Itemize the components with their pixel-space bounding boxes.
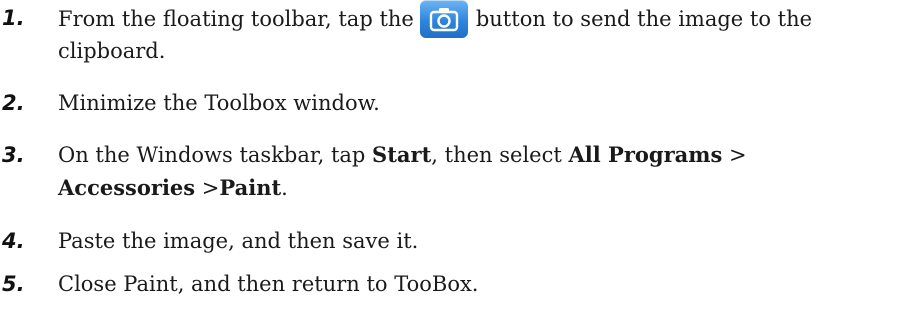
menu-separator: > — [195, 176, 220, 200]
start-label: Start — [372, 142, 432, 167]
step-text-line2: clipboard. — [58, 39, 166, 63]
step-text: Paste the image, and then save it. — [58, 229, 419, 253]
step-3: 3. On the Windows taskbar, tap Start, th… — [0, 137, 910, 209]
accessories-label: Accessories — [58, 175, 196, 200]
camera-icon — [429, 8, 459, 32]
step-number: 4. — [2, 229, 25, 253]
step-1: 1. From the floating toolbar, tap the bu… — [0, 0, 910, 72]
step-number: 5. — [2, 272, 25, 296]
step-number: 2. — [2, 91, 25, 115]
step-text-b: , then select — [431, 143, 569, 167]
paint-label: Paint — [219, 175, 282, 200]
step-text-before: From the floating toolbar, tap the — [58, 7, 414, 31]
step-text: On the Windows taskbar, tap Start, then … — [58, 137, 903, 173]
step-text: Minimize the Toolbox window. — [58, 91, 380, 115]
step-text-end: . — [281, 176, 288, 200]
all-programs-label: All Programs — [568, 142, 723, 167]
step-5: 5. Close Paint, and then return to TooBo… — [0, 266, 910, 302]
step-number: 3. — [2, 143, 25, 167]
step-text-a: On the Windows taskbar, tap — [58, 143, 373, 167]
step-number: 1. — [2, 6, 25, 30]
step-text-after: button to send the image to the — [475, 7, 813, 31]
step-text: Close Paint, and then return to TooBox. — [58, 272, 479, 296]
step-text-line2: Accessories >Paint. — [58, 170, 903, 206]
step-2: 2. Minimize the Toolbox window. — [0, 85, 910, 121]
step-4: 4. Paste the image, and then save it. — [0, 223, 910, 259]
menu-separator: > — [722, 143, 747, 167]
